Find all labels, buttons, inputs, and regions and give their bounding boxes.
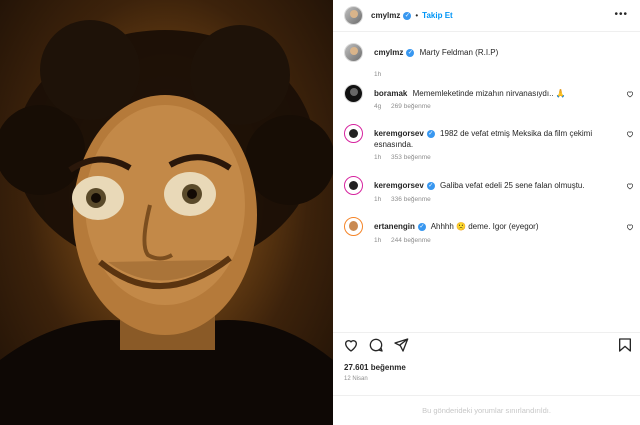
- comment-likes[interactable]: 244 beğenme: [391, 237, 431, 244]
- comment-meta: 4g 269 beğenme: [374, 103, 439, 110]
- commenter-avatar[interactable]: [344, 84, 363, 103]
- comment-username[interactable]: keremgorsev: [374, 181, 424, 190]
- comment-time[interactable]: 1h: [374, 237, 381, 244]
- comment-item: ertanengin ✓ Ahhhh 🙁 deme. Igor (eyegor) …: [344, 217, 634, 257]
- verified-badge-icon: ✓: [426, 129, 435, 138]
- comment-heart-icon[interactable]: [626, 223, 634, 231]
- comment-icon[interactable]: [368, 337, 384, 353]
- more-options-icon[interactable]: •••: [614, 9, 628, 20]
- comment-likes[interactable]: 336 beğenme: [391, 196, 431, 203]
- action-bar: [333, 332, 640, 354]
- comment-text: Ahhhh 🙁 deme. Igor (eyegor): [430, 222, 539, 231]
- likes-count[interactable]: 27.601 beğenme: [344, 363, 406, 372]
- comment-time[interactable]: 1h: [374, 154, 381, 161]
- verified-badge-icon: ✓: [417, 222, 426, 231]
- comment-heart-icon[interactable]: [626, 130, 634, 138]
- separator-dot: •: [415, 11, 419, 20]
- comment-heart-icon[interactable]: [626, 182, 634, 190]
- comments-list: cmylmz ✓ Marty Feldman (R.I.P) 1h boramak…: [333, 32, 640, 322]
- verified-badge-icon: ✓: [403, 11, 412, 20]
- comment-time[interactable]: 4g: [374, 103, 381, 110]
- comment-username[interactable]: keremgorsev: [374, 129, 424, 138]
- post-date[interactable]: 12 Nisan: [344, 376, 368, 382]
- author-avatar[interactable]: [344, 6, 363, 25]
- post-caption: cmylmz ✓ Marty Feldman (R.I.P) 1h: [344, 43, 634, 79]
- caption-time[interactable]: 1h: [374, 71, 381, 78]
- caption-meta: 1h: [374, 71, 389, 78]
- comment-likes[interactable]: 353 beğenme: [391, 154, 431, 161]
- comment-item: keremgorsev ✓ Galiba vefat edeli 25 sene …: [344, 176, 634, 216]
- bookmark-icon[interactable]: [617, 337, 633, 353]
- comment-text: Galiba vefat edeli 25 sene falan olmuştu…: [440, 181, 585, 190]
- comment-item: boramak Mememleketinde mizahın nirvanası…: [344, 84, 634, 124]
- portrait-illustration: [0, 20, 333, 425]
- heart-icon[interactable]: [343, 337, 359, 353]
- comments-limited-notice: Bu gönderideki yorumlar sınırlandırıldı.: [333, 395, 640, 425]
- caption-username[interactable]: cmylmz: [374, 48, 403, 57]
- comment-text: Mememleketinde mizahın nirvanasıydı.. 🙏: [412, 89, 566, 98]
- comment-item: keremgorsev ✓ 1982 de vefat etmiş Meksika…: [344, 124, 634, 170]
- send-icon[interactable]: [393, 337, 409, 353]
- comment-meta: 1h 336 beğenme: [374, 196, 439, 203]
- verified-badge-icon: ✓: [406, 48, 415, 57]
- post-photo[interactable]: [0, 0, 333, 425]
- comment-meta: 1h 353 beğenme: [374, 154, 439, 161]
- author-avatar[interactable]: [344, 43, 363, 62]
- post-header: cmylmz ✓ • Takip Et •••: [333, 0, 640, 32]
- post-details-panel: cmylmz ✓ • Takip Et ••• cmylmz ✓ Marty Fe…: [333, 0, 640, 425]
- commenter-avatar[interactable]: [344, 124, 363, 143]
- commenter-avatar[interactable]: [344, 176, 363, 195]
- verified-badge-icon: ✓: [426, 181, 435, 190]
- comment-time[interactable]: 1h: [374, 196, 381, 203]
- comment-username[interactable]: ertanengin: [374, 222, 415, 231]
- caption-text: Marty Feldman (R.I.P): [419, 48, 499, 57]
- follow-button[interactable]: Takip Et: [422, 11, 453, 20]
- commenter-avatar[interactable]: [344, 217, 363, 236]
- author-username[interactable]: cmylmz: [371, 11, 400, 20]
- comment-likes[interactable]: 269 beğenme: [391, 103, 431, 110]
- comment-meta: 1h 244 beğenme: [374, 237, 439, 244]
- comment-username[interactable]: boramak: [374, 89, 407, 98]
- comment-heart-icon[interactable]: [626, 90, 634, 98]
